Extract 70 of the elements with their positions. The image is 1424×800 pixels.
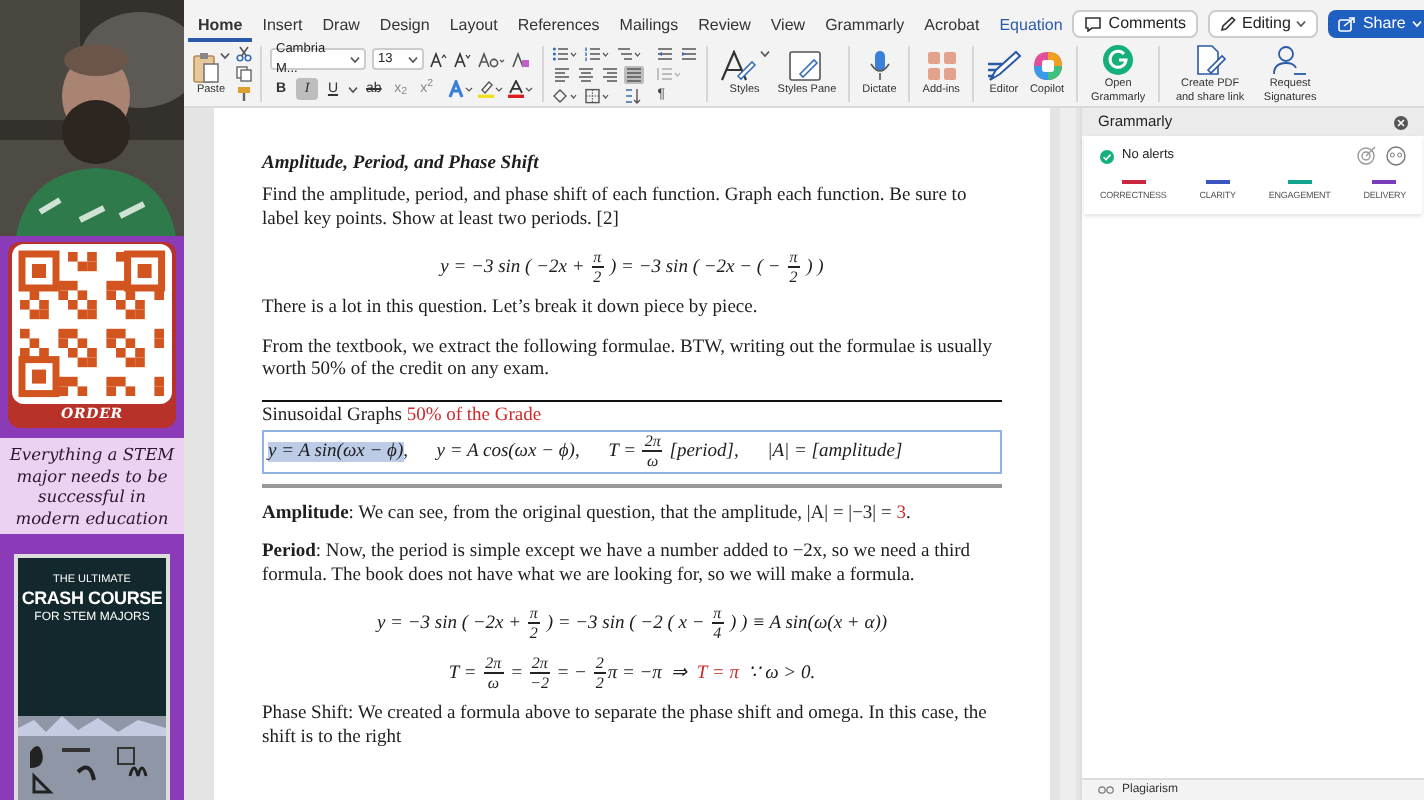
close-icon[interactable] (1394, 115, 1408, 129)
book-title: CRASH COURSE (21, 588, 163, 610)
ribbon-tab[interactable]: Insert (252, 16, 313, 42)
sort-icon[interactable] (623, 87, 642, 103)
comment-icon (1084, 16, 1103, 32)
pencil-icon (1219, 16, 1236, 32)
styles-pane-icon (788, 50, 825, 83)
caret-icon[interactable] (1296, 20, 1307, 28)
caret-icon[interactable] (350, 55, 360, 63)
emoji-icon[interactable] (1386, 146, 1406, 166)
align-justify-icon[interactable] (623, 65, 644, 83)
multilevel-list-icon[interactable] (615, 45, 642, 61)
bullet-list-icon[interactable] (551, 45, 578, 61)
ribbon-tab[interactable]: View (760, 16, 816, 42)
caret-icon (1411, 20, 1422, 28)
caret-icon[interactable] (759, 50, 770, 59)
plagiarism-icon[interactable] (1098, 784, 1114, 796)
caret-icon[interactable] (408, 55, 418, 63)
increase-indent-icon[interactable] (679, 45, 698, 61)
body-paragraph: There is a lot in this question. Let’s break it down piece by piece. (262, 298, 760, 321)
format-painter-icon[interactable] (236, 86, 252, 102)
promo-tagline: Everything a STEM major needs to be successful in modern education (0, 438, 184, 534)
ribbon-tab[interactable]: References (507, 16, 610, 42)
editing-button[interactable]: Editing (1207, 10, 1319, 38)
shrink-font-icon[interactable] (454, 51, 472, 67)
cut-icon[interactable] (236, 46, 252, 62)
ribbon-tab[interactable]: Mailings (609, 16, 689, 42)
font-color-icon[interactable] (507, 80, 534, 98)
pen-icon (985, 50, 1022, 83)
person-signature-icon (1272, 44, 1309, 76)
body-paragraph: Period: Now, the period is simple except we have a number added to −2x, so we need a third formula. The book does not have what we are looking for, so we will make a formula. (262, 542, 973, 588)
ribbon-tab[interactable]: Acrobat (914, 16, 990, 42)
table-caption: Sinusoidal Graphs 50% of the Grade (262, 405, 544, 427)
align-left-icon[interactable] (551, 65, 572, 83)
highlighter-icon[interactable] (477, 80, 504, 98)
clear-formatting-icon[interactable] (512, 51, 530, 67)
caret-icon[interactable] (220, 51, 230, 59)
change-case-icon[interactable] (478, 51, 506, 67)
ribbon-tab[interactable]: Review (688, 16, 761, 42)
body-paragraph: Phase Shift: We created a formula above to separate the phase shift and omega. In this case, the shift is to the right (262, 704, 989, 750)
copilot-icon (1031, 50, 1063, 83)
section-heading: Amplitude, Period, and Phase Shift (262, 152, 541, 176)
copy-icon[interactable] (236, 66, 252, 82)
ribbon-tab[interactable]: Draw (312, 16, 370, 42)
ribbon-tab[interactable]: Equation (989, 16, 1073, 42)
body-paragraph: Amplitude: We can see, from the original question, that the amplitude, |A| = |−3| = 3. (262, 503, 913, 526)
clipboard-icon (192, 51, 220, 83)
align-center-icon[interactable] (575, 65, 596, 83)
comments-button[interactable]: Comments (1072, 10, 1198, 38)
align-right-icon[interactable] (599, 65, 620, 83)
ribbon-tab[interactable]: Grammarly (815, 16, 915, 42)
check-circle-icon (1100, 149, 1114, 163)
shading-icon[interactable] (551, 87, 578, 103)
grow-font-icon[interactable] (430, 51, 448, 67)
borders-icon[interactable] (583, 87, 610, 103)
caret-icon[interactable] (348, 85, 358, 93)
target-icon[interactable] (1356, 146, 1376, 166)
numbered-list-icon[interactable] (583, 45, 610, 61)
text-effects-icon[interactable] (447, 80, 474, 98)
styles-icon (719, 50, 760, 83)
ribbon-tab[interactable]: Design (369, 16, 440, 42)
body-paragraph: Find the amplitude, period, and phase shift of each function. Graph each function. Be sure to label key points. Show at least two periods. [2] (262, 186, 969, 232)
scrollbar[interactable] (1060, 108, 1076, 800)
ribbon-tab[interactable]: Layout (439, 16, 508, 42)
body-paragraph: From the textbook, we extract the following formulae. BTW, writing out the formulae is usually worth 50% of the credit on any exam. (262, 337, 995, 383)
add-ins-icon (925, 50, 958, 83)
share-icon (1338, 16, 1357, 32)
decrease-indent-icon[interactable] (655, 45, 674, 61)
microphone-icon (867, 50, 892, 83)
share-button[interactable]: Share (1328, 10, 1424, 38)
